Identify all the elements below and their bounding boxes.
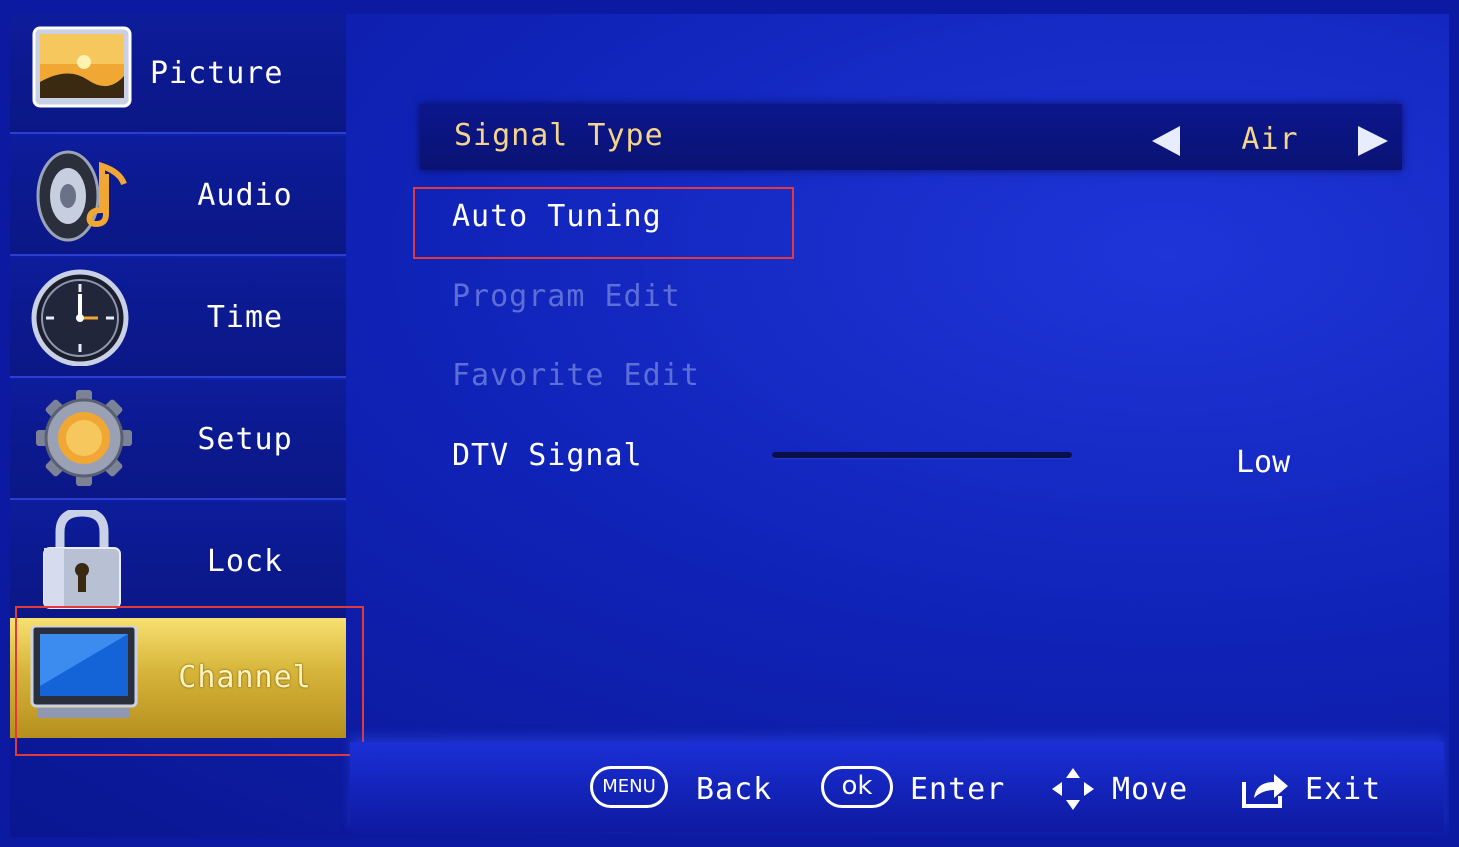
arrow-right-icon[interactable] [1358,126,1388,156]
menu-item-favorite-edit: Favorite Edit [452,358,700,393]
picture-icon [28,22,138,122]
sidebar-item-audio[interactable]: Audio [10,136,346,256]
sidebar-item-label: Time [206,300,284,335]
signal-type-row[interactable]: Signal Type Air [420,104,1402,170]
exit-hint: Exit [1305,772,1382,807]
signal-type-value: Air [1241,122,1299,157]
exit-icon [1240,770,1292,814]
dtv-signal-strength-bar [772,452,1072,458]
sidebar-item-label: Setup [197,422,293,457]
sidebar-item-label: Channel [178,660,312,695]
clock-icon [28,266,138,367]
padlock-icon [28,507,138,610]
sidebar-item-label: Audio [197,178,293,213]
enter-hint: Enter [910,772,1006,807]
ok-key-icon[interactable]: ok [821,766,893,808]
speaker-icon [28,144,138,244]
sidebar-item-lock[interactable]: Lock [10,502,346,622]
sidebar-item-setup[interactable]: Setup [10,380,346,500]
signal-type-label: Signal Type [454,118,664,153]
sidebar-item-time[interactable]: Time [10,258,346,378]
sidebar-item-label: Lock [206,544,284,579]
sidebar-item-channel[interactable]: Channel [10,618,346,738]
back-hint: Back [696,772,773,807]
tv-icon [28,624,138,726]
dtv-signal-level: Low [1236,445,1291,480]
move-arrows-icon [1050,766,1096,816]
gear-icon [28,388,138,488]
dtv-signal-label: DTV Signal [452,438,643,473]
sidebar-item-picture[interactable]: Picture [10,14,346,134]
move-hint: Move [1112,772,1189,807]
sidebar-item-label: Picture [150,56,284,91]
arrow-left-icon[interactable] [1152,126,1180,156]
menu-item-program-edit: Program Edit [452,279,681,314]
main-menu-sidebar: Picture Audio Time Setup Lock Channel [10,14,346,744]
menu-item-auto-tuning[interactable]: Auto Tuning [452,199,662,234]
help-bar: MENU Back ok Enter Move Exit [350,742,1444,832]
menu-key-icon[interactable]: MENU [590,766,668,808]
